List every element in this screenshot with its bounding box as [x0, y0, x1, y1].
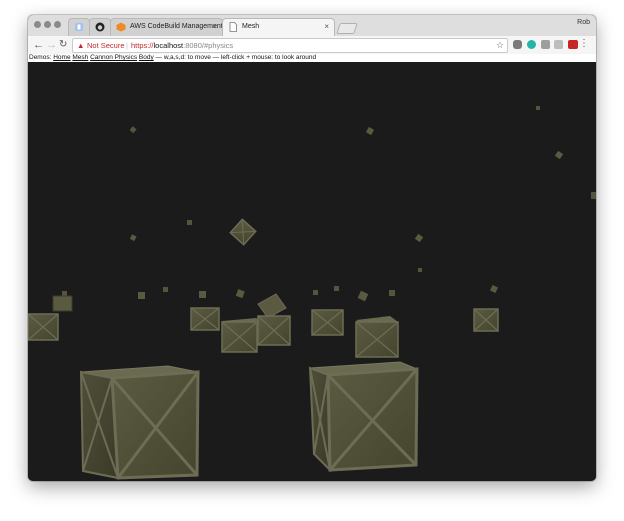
crate — [190, 307, 220, 331]
profile-name[interactable]: Rob — [577, 19, 590, 26]
browser-window: AWS CodeBuild Management × Mesh × Rob ← … — [28, 15, 596, 481]
crate — [199, 291, 206, 298]
crate — [389, 290, 395, 296]
shield-extension-icon[interactable] — [513, 40, 522, 49]
crate — [355, 316, 399, 358]
new-tab-button[interactable] — [336, 23, 358, 34]
crate — [414, 233, 424, 243]
tab-strip: AWS CodeBuild Management × Mesh × Rob — [28, 15, 596, 37]
crate — [79, 365, 200, 480]
crate — [163, 287, 168, 292]
crate — [52, 295, 73, 312]
menu-icon[interactable]: ⋮ — [579, 38, 589, 49]
zoom-window-button[interactable] — [54, 21, 61, 28]
tab-github[interactable] — [89, 18, 111, 36]
circle-extension-icon[interactable] — [527, 40, 536, 49]
crate — [235, 289, 245, 299]
link-cannon-physics[interactable]: Cannon Physics — [90, 54, 137, 61]
tab-mesh[interactable]: Mesh × — [222, 18, 335, 36]
close-tab-icon[interactable]: × — [212, 22, 217, 31]
webgl-viewport[interactable]: Demos: Home Mesh Cannon Physics Body — w… — [28, 54, 596, 481]
tab-aws-codebuild[interactable]: AWS CodeBuild Management × — [110, 18, 223, 36]
back-arrow-icon[interactable]: ← — [33, 38, 44, 52]
crate — [187, 220, 192, 225]
crate — [62, 291, 67, 296]
crate — [365, 126, 375, 136]
crate — [313, 290, 318, 295]
extension-icon — [75, 23, 83, 31]
demos-label: Demos: — [29, 54, 52, 61]
crate — [308, 361, 419, 473]
crate — [229, 218, 257, 246]
crate — [311, 309, 344, 336]
crate — [129, 126, 137, 134]
crate — [334, 286, 339, 291]
crate — [554, 150, 564, 160]
crate — [138, 292, 145, 299]
forward-arrow-icon[interactable]: → — [46, 38, 57, 52]
bookmark-star-icon[interactable]: ☆ — [496, 39, 504, 52]
controls-help-text: — w,a,s,d: to move — left-click + mouse:… — [155, 54, 317, 61]
url-text[interactable]: https://localhost:8080/#physics — [131, 39, 233, 52]
url-host: localhost — [153, 41, 184, 50]
demo-nav-bar: Demos: Home Mesh Cannon Physics Body — w… — [28, 54, 596, 62]
crate — [490, 285, 498, 293]
crate — [536, 106, 540, 110]
crate — [28, 313, 59, 341]
crate — [418, 268, 422, 272]
aws-icon — [116, 22, 126, 32]
gl-extension-icon[interactable] — [568, 40, 578, 49]
close-window-button[interactable] — [34, 21, 41, 28]
crate — [257, 293, 291, 346]
crate — [221, 318, 260, 353]
tab-label: AWS CodeBuild Management — [130, 23, 223, 30]
crate — [357, 290, 369, 302]
url-path: :8080/#physics — [183, 41, 234, 50]
url-scheme: https:// — [131, 41, 154, 50]
link-home[interactable]: Home — [53, 54, 70, 61]
link-mesh[interactable]: Mesh — [72, 54, 88, 61]
crate-scene[interactable] — [28, 54, 596, 481]
tab-extension[interactable] — [68, 18, 90, 36]
minimize-window-button[interactable] — [44, 21, 51, 28]
github-icon — [95, 22, 105, 32]
tab-label: Mesh — [242, 23, 260, 30]
link-body[interactable]: Body — [139, 54, 154, 61]
warning-icon: ▲ — [77, 41, 85, 50]
crate — [591, 192, 596, 199]
page-icon — [229, 22, 237, 32]
grid-extension-icon[interactable] — [541, 40, 550, 49]
address-bar[interactable]: ▲ Not Secure | https://localhost:8080/#p… — [72, 38, 508, 53]
reload-icon[interactable]: ↻ — [59, 38, 67, 52]
crate — [129, 234, 137, 242]
security-label[interactable]: Not Secure — [87, 39, 125, 52]
crate — [473, 308, 499, 332]
divider: | — [126, 41, 128, 50]
close-tab-icon[interactable]: × — [324, 22, 329, 31]
square-extension-icon[interactable] — [554, 40, 563, 49]
browser-toolbar: ← → ↻ ▲ Not Secure | https://localhost:8… — [28, 36, 596, 55]
